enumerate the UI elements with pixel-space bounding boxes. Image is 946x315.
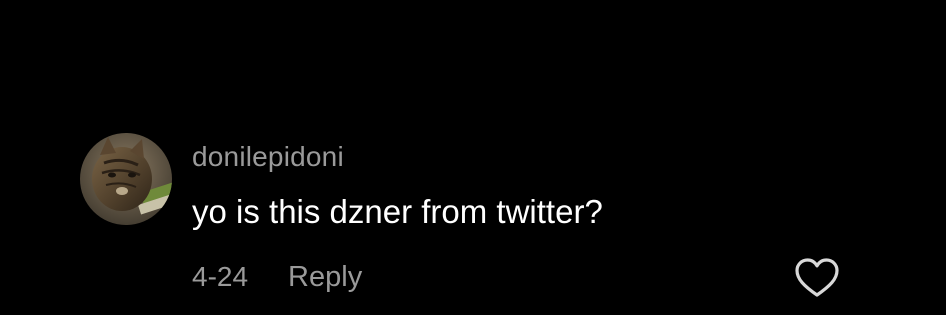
comment-item: donilepidoni yo is this dzner from twitt…: [80, 133, 860, 303]
comment-text: yo is this dzner from twitter?: [192, 193, 603, 230]
comment-timestamp: 4-24: [192, 261, 249, 292]
cat-avatar-image: [80, 133, 172, 225]
comment-screen: donilepidoni yo is this dzner from twitt…: [0, 0, 946, 315]
like-button[interactable]: [794, 257, 840, 299]
avatar[interactable]: [80, 133, 172, 225]
heart-outline-icon: [795, 258, 839, 297]
username[interactable]: donilepidoni: [192, 141, 344, 173]
reply-button[interactable]: Reply: [288, 261, 362, 294]
comment-meta-row: 4-24 Reply: [192, 259, 362, 295]
